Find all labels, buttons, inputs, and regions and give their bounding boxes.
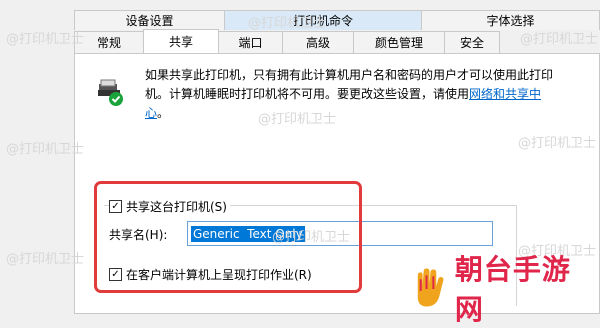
tab-row-back: 设备设置 打印机命令 字体选择: [74, 10, 600, 30]
tab-general[interactable]: 常规: [74, 31, 144, 53]
tab-font-selection[interactable]: 字体选择: [421, 10, 600, 30]
watermark: @打印机卫士: [520, 32, 599, 47]
watermark: @打印机卫士: [258, 112, 337, 127]
watermark: @打印机卫士: [6, 32, 85, 47]
description-end: 。: [157, 106, 170, 120]
tab-security[interactable]: 安全: [444, 31, 500, 53]
watermark: @打印机卫士: [6, 142, 85, 157]
brand-name: 朝台手游网: [454, 253, 571, 326]
tab-device-settings[interactable]: 设备设置: [74, 10, 225, 30]
shared-printer-icon: [98, 79, 123, 106]
tab-ports[interactable]: 端口: [218, 31, 283, 53]
watermark: @打印机卫士: [6, 252, 85, 267]
sharing-description: 如果共享此打印机，只有拥有此计算机用户名和密码的用户才可以使用此打印机。计算机睡…: [145, 66, 565, 123]
tab-color-management[interactable]: 颜色管理: [353, 31, 445, 53]
tab-advanced[interactable]: 高级: [282, 31, 354, 53]
watermark: @打印机卫士: [272, 230, 351, 245]
watermark: @打印机卫士: [518, 136, 597, 151]
hand-logo-icon: [417, 268, 444, 307]
tab-sharing[interactable]: 共享: [143, 29, 219, 53]
watermark: @打印机卫士: [248, 16, 327, 31]
brand-logo: 朝台手游网: [410, 253, 596, 326]
